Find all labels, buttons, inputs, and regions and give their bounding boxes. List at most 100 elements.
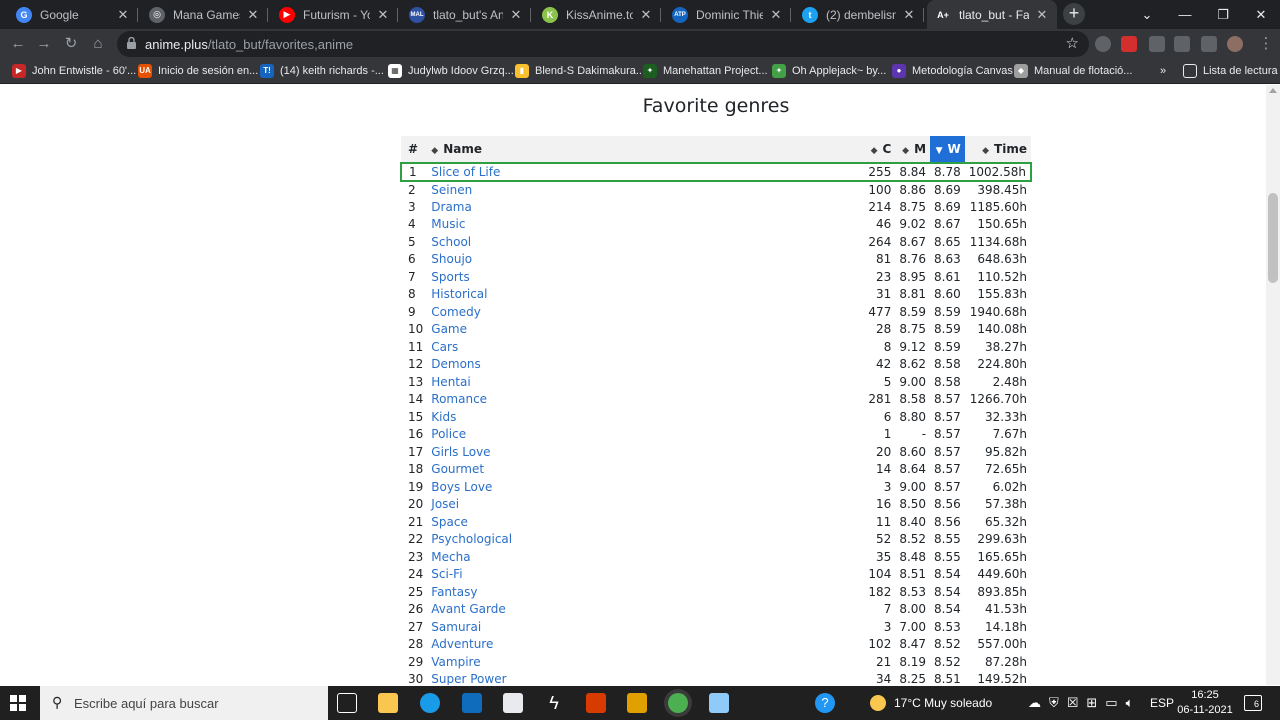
browser-tab[interactable]: ◎ Mana Games • (Tr ✕	[141, 0, 268, 29]
clock[interactable]: 16:25 06-11-2021	[1176, 688, 1234, 718]
genre-link[interactable]: Fantasy	[431, 585, 477, 599]
column-header-m[interactable]: ◆ M	[895, 136, 930, 163]
file-explorer-icon[interactable]	[378, 693, 398, 713]
page-scrollbar[interactable]	[1266, 85, 1280, 685]
genre-link[interactable]: Sports	[431, 270, 469, 284]
chrome-icon[interactable]	[668, 693, 688, 713]
task-view-icon[interactable]	[337, 693, 357, 713]
game-app-icon[interactable]	[627, 693, 647, 713]
column-header-name[interactable]: ◆ Name	[427, 136, 864, 163]
genre-link[interactable]: Mecha	[431, 550, 470, 564]
genre-link[interactable]: Comedy	[431, 305, 481, 319]
taskbar-search[interactable]: ⚲ Escribe aquí para buscar	[40, 686, 328, 720]
language-indicator[interactable]: ESP	[1150, 686, 1174, 720]
genre-link[interactable]: Avant Garde	[431, 602, 505, 616]
genre-link[interactable]: Samurai	[431, 620, 481, 634]
notification-icon[interactable]: 6	[1244, 695, 1262, 711]
genre-link[interactable]: Demons	[431, 357, 481, 371]
tab-close-icon[interactable]: ✕	[246, 7, 260, 23]
tab-close-icon[interactable]: ✕	[769, 7, 783, 23]
weather-widget[interactable]: 17°C Muy soleado	[870, 686, 992, 720]
genre-link[interactable]: Gourmet	[431, 462, 484, 476]
bookmark-item[interactable]: ✦ Oh Applejack~ by...	[772, 63, 886, 79]
genre-link[interactable]: Music	[431, 217, 465, 231]
forward-icon[interactable]: →	[34, 34, 54, 54]
genre-link[interactable]: Historical	[431, 287, 487, 301]
genre-link[interactable]: Slice of Life	[431, 165, 500, 179]
genre-link[interactable]: Seinen	[431, 183, 472, 197]
genre-link[interactable]: Girls Love	[431, 445, 490, 459]
genre-link[interactable]: Cars	[431, 340, 458, 354]
acrobat-icon[interactable]	[1121, 36, 1137, 52]
tab-close-icon[interactable]: ✕	[639, 7, 653, 23]
bookmark-item[interactable]: T! (14) keith richards -...	[260, 63, 384, 79]
bookmark-item[interactable]: ✦ Manehattan Project...	[643, 63, 768, 79]
genre-link[interactable]: Romance	[431, 392, 487, 406]
genre-link[interactable]: Vampire	[431, 655, 480, 669]
column-header-c[interactable]: ◆ C	[864, 136, 895, 163]
genre-link[interactable]: Shoujo	[431, 252, 472, 266]
browser-tab[interactable]: K KissAnime.to - w ✕	[534, 0, 661, 29]
tab-close-icon[interactable]: ✕	[116, 7, 130, 23]
genre-link[interactable]: Psychological	[431, 532, 512, 546]
home-icon[interactable]: ⌂	[88, 34, 108, 54]
browser-tab[interactable]: t (2) dembelismo ✕	[794, 0, 924, 29]
bookmark-star-icon[interactable]: ☆	[1066, 34, 1079, 52]
help-icon[interactable]: ?	[815, 693, 835, 713]
bookmark-item[interactable]: ◆ Manual de flotació...	[1014, 63, 1132, 79]
tab-search-icon[interactable]: ⌄	[1128, 0, 1166, 29]
windows-start-icon[interactable]	[10, 695, 26, 711]
genre-link[interactable]: Hentai	[431, 375, 470, 389]
browser-tab[interactable]: ATP Dominic Thiem | ✕	[664, 0, 791, 29]
back-icon[interactable]: ←	[8, 34, 28, 54]
address-bar[interactable]: anime.plus/tlato_but/favorites,anime ☆	[117, 31, 1089, 57]
genre-link[interactable]: Kids	[431, 410, 456, 424]
bookmarks-more[interactable]: »	[1160, 63, 1166, 79]
genre-link[interactable]: Super Power	[431, 672, 506, 685]
puzzle-icon[interactable]	[1174, 36, 1190, 52]
extension-icon[interactable]	[1095, 36, 1111, 52]
store-icon[interactable]	[503, 693, 523, 713]
scroll-up-icon[interactable]	[1269, 88, 1277, 93]
mail-icon[interactable]	[462, 693, 482, 713]
profile-avatar[interactable]	[1227, 36, 1243, 52]
reload-icon[interactable]: ↻	[61, 34, 81, 54]
tab-close-icon[interactable]: ✕	[509, 7, 523, 23]
genre-link[interactable]: Drama	[431, 200, 472, 214]
browser-tab[interactable]: G Google ✕	[8, 0, 138, 29]
browser-tab[interactable]: A+ tlato_but - Favorit ✕	[927, 0, 1057, 29]
notes-app-icon[interactable]	[709, 693, 729, 713]
genre-link[interactable]: Adventure	[431, 637, 493, 651]
column-header-w[interactable]: ▼ W	[930, 136, 965, 163]
office-icon[interactable]	[586, 693, 606, 713]
maximize-button[interactable]: ❐	[1204, 0, 1242, 29]
media-icon[interactable]	[1201, 36, 1217, 52]
tab-close-icon[interactable]: ✕	[1035, 7, 1049, 23]
browser-tab[interactable]: MAL tlato_but's Anime ✕	[401, 0, 531, 29]
browser-tab[interactable]: ▶ Futurism - Yo ✕	[271, 0, 398, 29]
column-header-time[interactable]: ◆ Time	[965, 136, 1031, 163]
new-tab-button[interactable]: +	[1063, 3, 1085, 25]
genre-link[interactable]: School	[431, 235, 471, 249]
genre-link[interactable]: Boys Love	[431, 480, 492, 494]
genre-link[interactable]: Sci-Fi	[431, 567, 462, 581]
lightning-app-icon[interactable]: ϟ	[544, 693, 564, 713]
system-tray-icons[interactable]: ☁⛨☒⊞▭🔈︎	[1028, 686, 1141, 720]
scrollbar-thumb[interactable]	[1268, 193, 1278, 283]
bookmark-item[interactable]: ● Metodología Canvas	[892, 63, 1013, 79]
cast-icon[interactable]	[1149, 36, 1165, 52]
tab-close-icon[interactable]: ✕	[902, 7, 916, 23]
close-window-button[interactable]: ✕	[1242, 0, 1280, 29]
bookmark-item[interactable]: UA Inicio de sesión en...	[138, 63, 258, 79]
tab-close-icon[interactable]: ✕	[376, 7, 390, 23]
minimize-button[interactable]: —	[1166, 0, 1204, 29]
genre-link[interactable]: Josei	[431, 497, 459, 511]
bookmark-item[interactable]: ▮ Blend-S Dakimakura...	[515, 63, 645, 79]
genre-link[interactable]: Space	[431, 515, 468, 529]
bookmark-item[interactable]: ▶ John Entwistle - 60'...	[12, 63, 136, 79]
bookmark-item[interactable]: ▦ Judylwb Idoov Grzq...	[388, 63, 514, 79]
genre-link[interactable]: Game	[431, 322, 467, 336]
edge-icon[interactable]	[420, 693, 440, 713]
genre-link[interactable]: Police	[431, 427, 466, 441]
menu-icon[interactable]: ⋮	[1256, 34, 1276, 54]
